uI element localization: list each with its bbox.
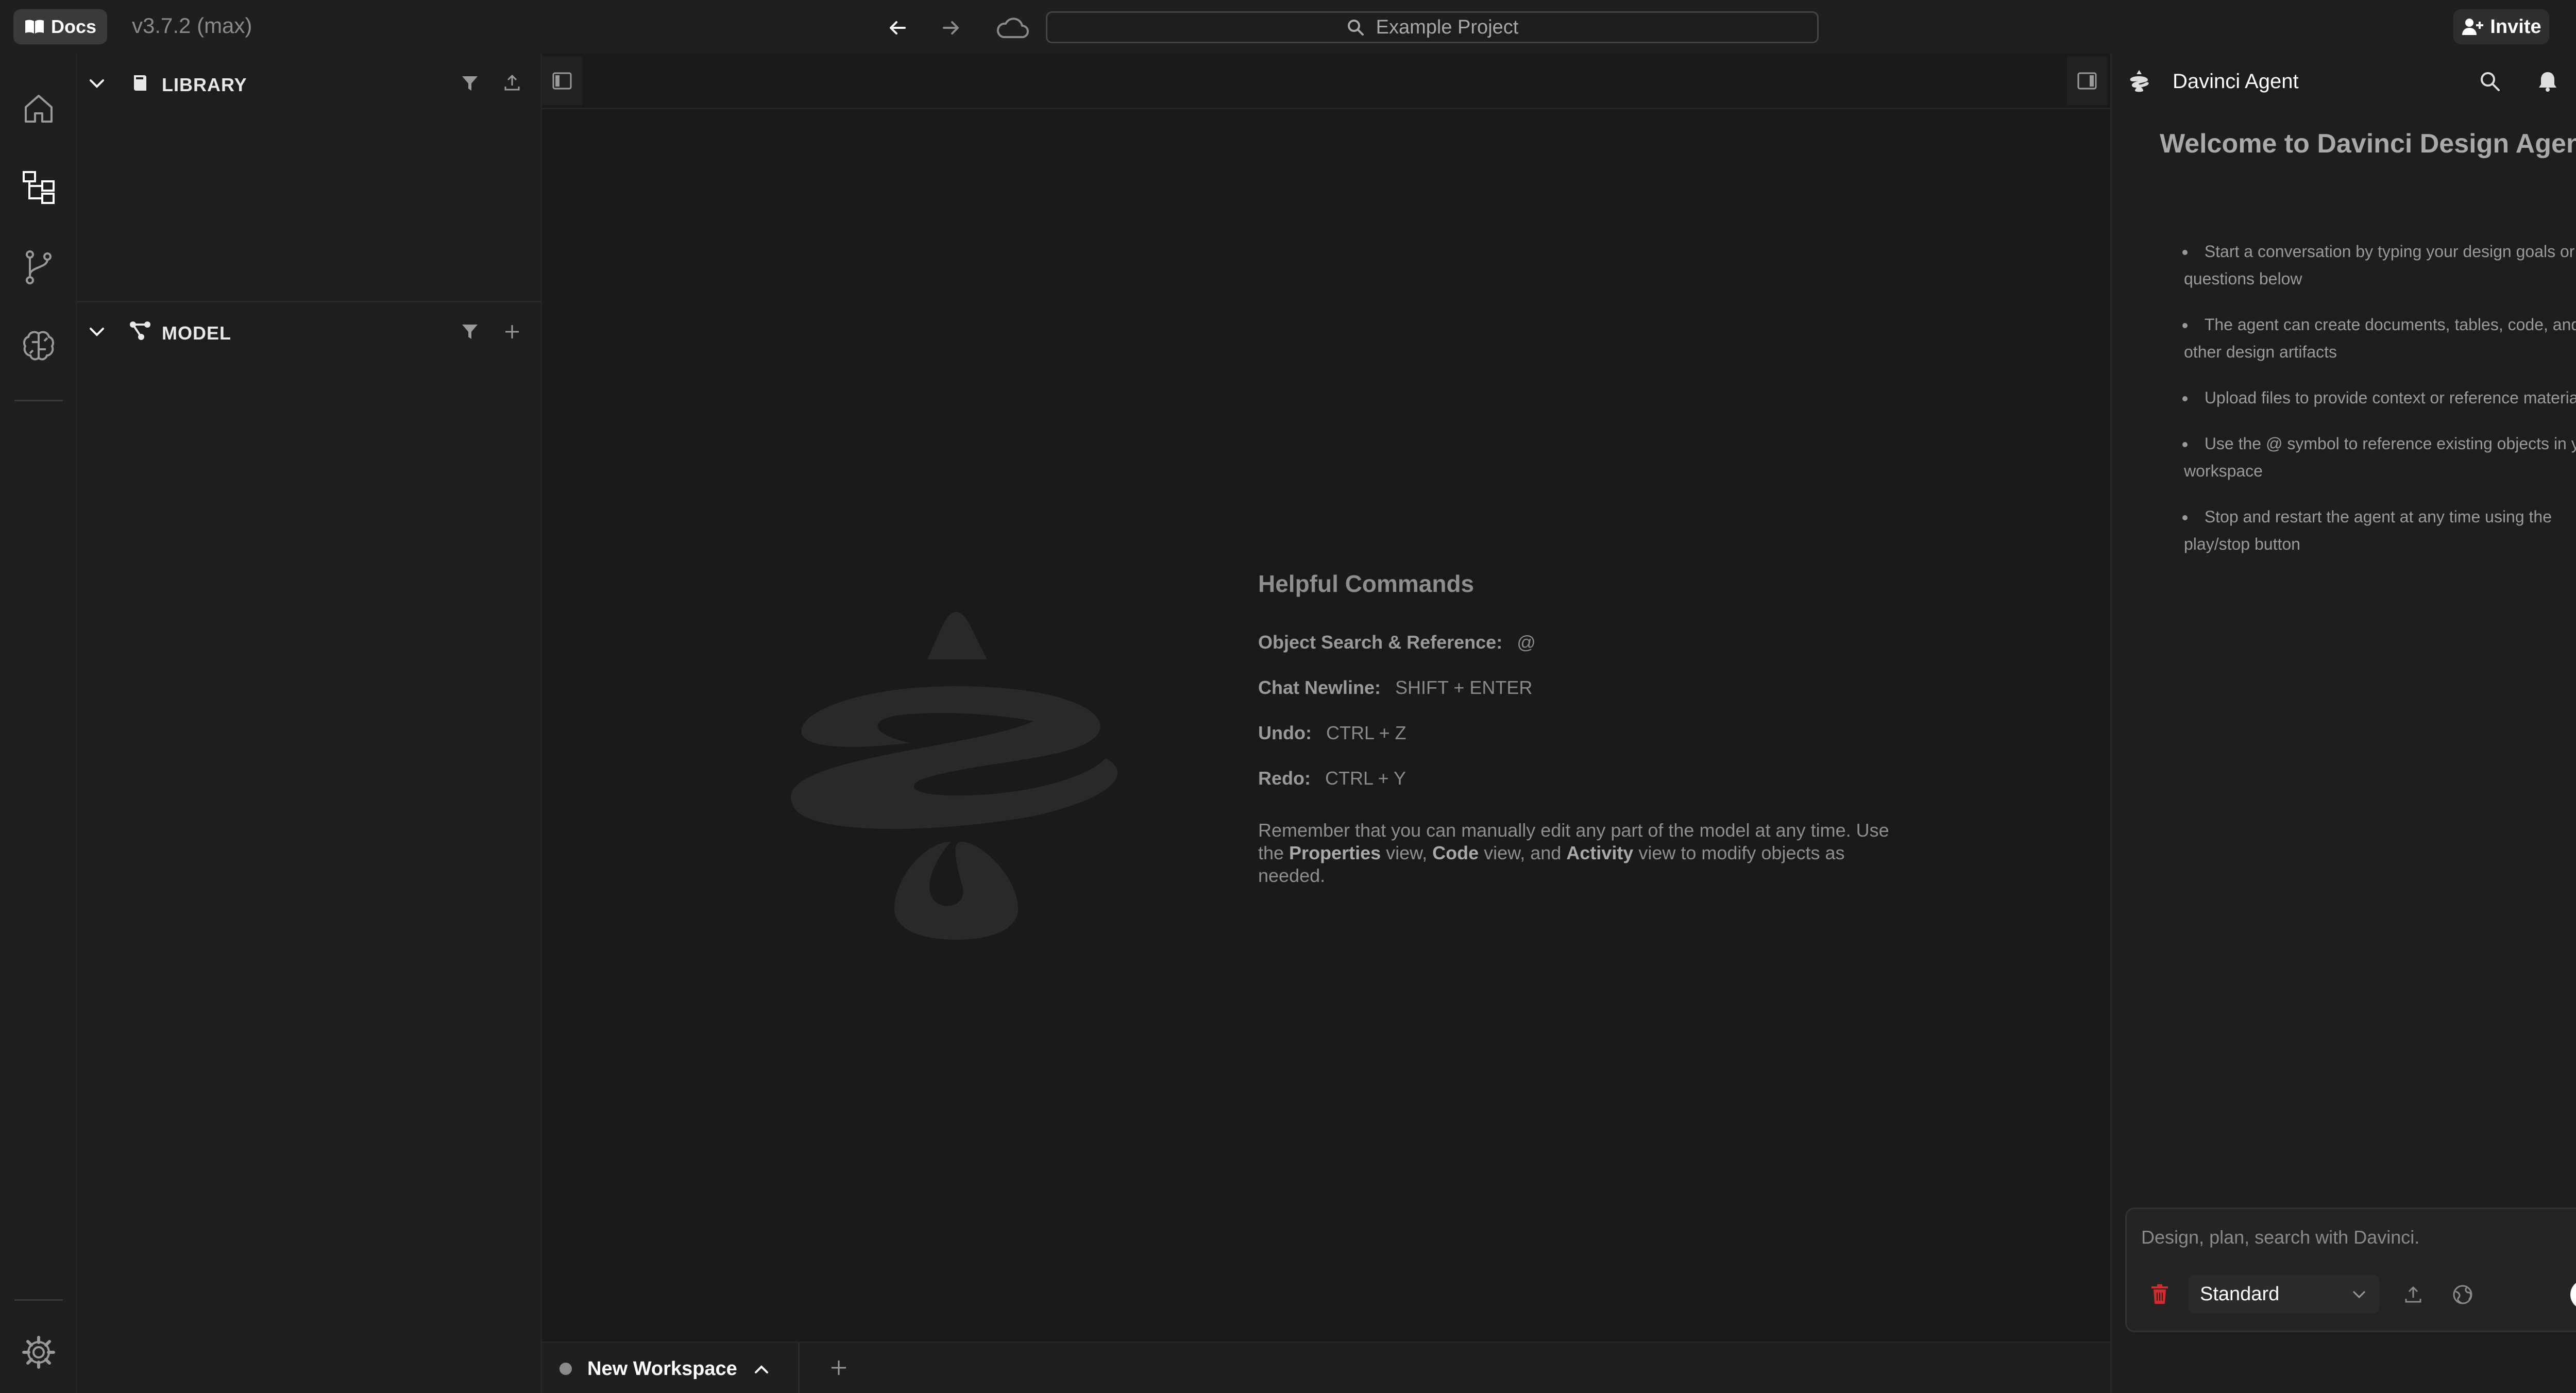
agent-composer: Standard <box>2125 1208 2576 1332</box>
cloud-sync-button[interactable] <box>994 13 1030 42</box>
command-keys: CTRL + Z <box>1326 722 1406 743</box>
command-label: Object Search & Reference: <box>1258 632 1503 653</box>
helpful-commands-title: Helpful Commands <box>1258 570 1475 597</box>
upload-icon[interactable] <box>503 73 521 93</box>
command-keys: CTRL + Y <box>1325 768 1406 789</box>
docs-button[interactable]: Docs <box>13 9 107 44</box>
tip-item: The agent can create documents, tables, … <box>2184 311 2576 366</box>
top-bar: Docs v3.7.2 (max) Example Project Invite… <box>0 0 2576 54</box>
agent-mode-value: Standard <box>2200 1283 2280 1305</box>
command-redo: Redo: CTRL + Y <box>1258 768 1406 789</box>
upload-icon[interactable] <box>2403 1284 2424 1305</box>
canvas-toolbar <box>542 54 2110 109</box>
chevron-down-icon[interactable] <box>88 76 106 92</box>
project-name: Example Project <box>1376 16 1519 38</box>
model-tree-icon <box>23 171 55 204</box>
model-section-header[interactable]: MODEL <box>77 303 541 364</box>
command-keys: @ <box>1517 632 1536 653</box>
add-icon[interactable] <box>503 322 521 341</box>
sidebar-left-icon <box>552 72 572 90</box>
agent-brain-nav-button[interactable] <box>19 327 59 367</box>
branch-icon <box>26 250 52 284</box>
chevron-up-icon[interactable] <box>753 1361 770 1377</box>
chevron-down-icon[interactable] <box>88 325 106 340</box>
docs-label: Docs <box>50 16 97 37</box>
settings-button[interactable] <box>19 1332 59 1372</box>
command-object-search: Object Search & Reference: @ <box>1258 632 1536 653</box>
search-icon <box>1347 20 1364 36</box>
play-icon[interactable] <box>2569 1278 2576 1311</box>
home-nav-button[interactable] <box>19 89 59 129</box>
tip-item: Stop and restart the agent at any time u… <box>2184 503 2576 558</box>
globe-icon[interactable] <box>2451 1283 2474 1306</box>
workspace-tab[interactable]: New Workspace <box>542 1343 800 1393</box>
note-text: view, and <box>1479 842 1567 863</box>
filter-icon[interactable] <box>461 74 479 93</box>
davinci-logo-icon <box>2130 70 2149 92</box>
toggle-left-panel-button[interactable] <box>542 57 582 105</box>
chevron-down-icon <box>2352 1290 2366 1299</box>
book-icon <box>25 20 44 33</box>
library-book-icon <box>134 75 146 91</box>
add-user-icon <box>2462 19 2484 35</box>
workspace-tab-bar: New Workspace <box>542 1341 2110 1393</box>
add-workspace-button[interactable] <box>828 1357 849 1378</box>
tip-item: Use the @ symbol to reference existing o… <box>2184 430 2576 485</box>
command-undo: Undo: CTRL + Z <box>1258 722 1406 744</box>
agent-prompt-input[interactable] <box>2141 1222 2576 1252</box>
brain-icon <box>23 331 54 361</box>
note-text: view, <box>1381 842 1433 863</box>
agent-mode-select[interactable]: Standard <box>2189 1275 2379 1313</box>
model-graph-icon <box>130 321 150 340</box>
note-code: Code <box>1432 842 1479 863</box>
tab-status-dot <box>560 1363 572 1375</box>
arrow-right-icon <box>943 21 959 35</box>
section-divider <box>77 301 541 302</box>
agent-header: Davinci Agent <box>2112 54 2576 109</box>
home-icon <box>25 95 53 123</box>
agent-tips-list: Start a conversation by typing your desi… <box>2184 238 2576 576</box>
sidebar-right-icon <box>2077 72 2097 90</box>
plus-icon <box>832 1361 846 1375</box>
cloud-icon <box>996 18 1029 38</box>
model-title: MODEL <box>162 322 231 344</box>
forward-button[interactable] <box>937 13 965 42</box>
invite-button[interactable]: Invite <box>2453 9 2549 44</box>
main-canvas: Helpful Commands Object Search & Referen… <box>542 54 2110 1341</box>
command-chat-newline: Chat Newline: SHIFT + ENTER <box>1258 677 1532 699</box>
project-search-bar[interactable]: Example Project <box>1046 11 1819 43</box>
workspace-tab-label: New Workspace <box>587 1357 737 1380</box>
activity-rail <box>0 54 77 1393</box>
rail-divider-bottom <box>14 1299 63 1301</box>
note-activity: Activity <box>1566 842 1634 863</box>
arrow-left-icon <box>890 21 906 35</box>
invite-label: Invite <box>2490 15 2541 38</box>
command-keys: SHIFT + ENTER <box>1395 677 1533 698</box>
branches-nav-button[interactable] <box>19 247 59 287</box>
agent-title: Davinci Agent <box>2173 70 2299 93</box>
command-label: Redo: <box>1258 768 1311 789</box>
agent-panel: Davinci Agent Welcome to Davinci Design … <box>2110 54 2576 1393</box>
tip-item: Start a conversation by typing your desi… <box>2184 238 2576 293</box>
davinci-logo-watermark <box>790 612 1118 940</box>
library-section-header[interactable]: LIBRARY <box>77 54 541 114</box>
rail-divider <box>14 400 63 401</box>
version-label: v3.7.2 (max) <box>132 13 252 38</box>
explorer-panel: LIBRARY MODEL <box>77 54 542 1393</box>
tip-item: Upload files to provide context or refer… <box>2184 384 2576 412</box>
help-note: Remember that you can manually edit any … <box>1258 819 1902 887</box>
search-icon[interactable] <box>2479 70 2501 93</box>
bell-icon[interactable] <box>2536 70 2559 93</box>
toggle-right-panel-button[interactable] <box>2067 57 2107 105</box>
delete-icon[interactable] <box>2150 1283 2169 1306</box>
note-properties: Properties <box>1289 842 1381 863</box>
filter-icon[interactable] <box>461 322 479 341</box>
command-label: Chat Newline: <box>1258 677 1381 698</box>
command-label: Undo: <box>1258 722 1312 743</box>
library-title: LIBRARY <box>162 74 247 95</box>
model-tree-nav-button[interactable] <box>19 167 59 207</box>
agent-welcome-title: Welcome to Davinci Design Agent <box>2160 129 2576 159</box>
back-button[interactable] <box>883 13 912 42</box>
settings-icon <box>22 1336 55 1369</box>
